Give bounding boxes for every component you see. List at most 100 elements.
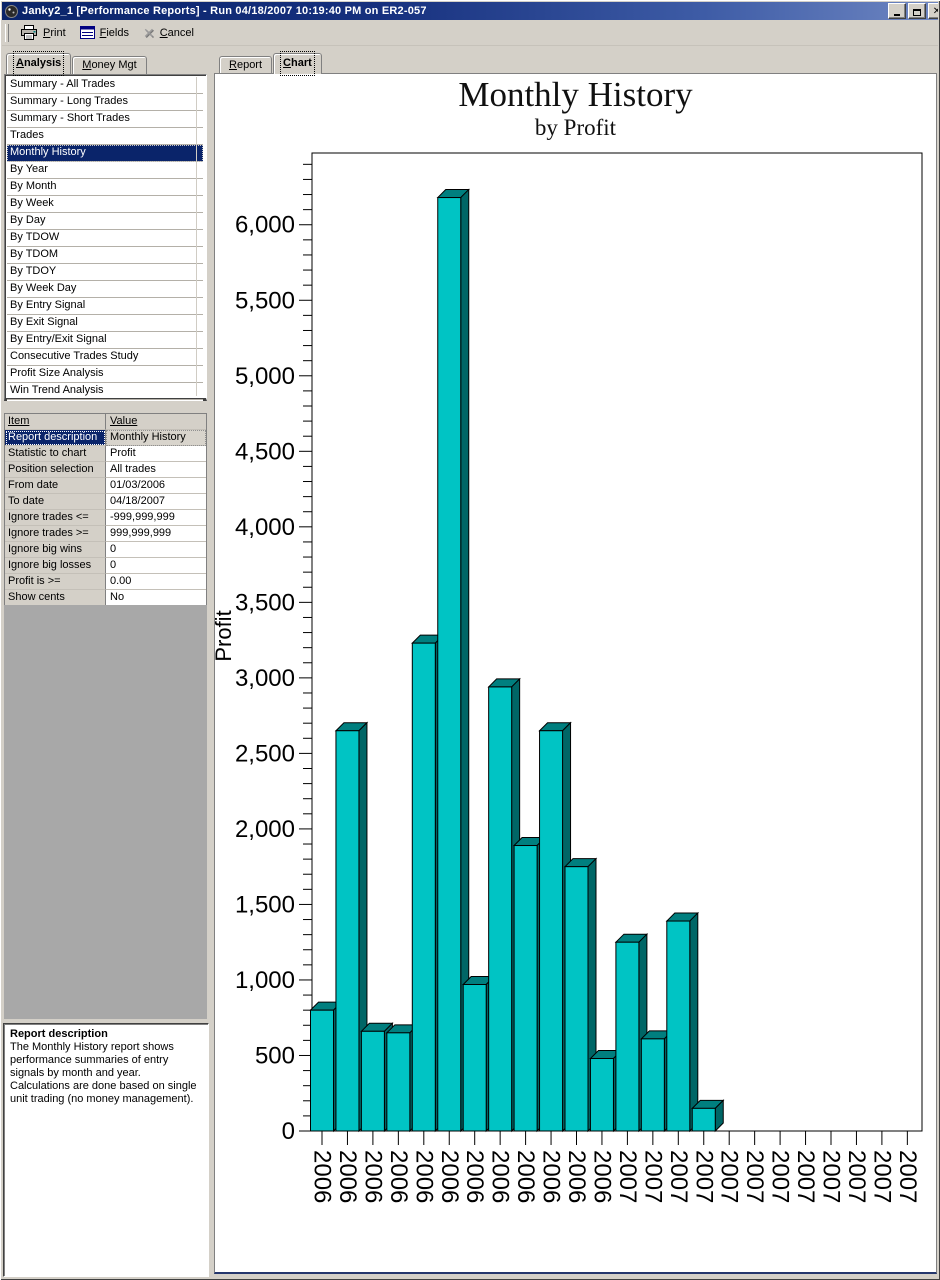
setting-item-label[interactable]: Ignore trades >= xyxy=(5,526,106,542)
svg-text:3,500: 3,500 xyxy=(235,589,295,616)
svg-text:2007: 2007 xyxy=(894,1150,921,1203)
report-list: Summary - All Trades Summary - Long Trade… xyxy=(4,74,207,401)
list-item[interactable]: By Entry/Exit Signal xyxy=(7,332,203,349)
setting-item-value[interactable]: 01/03/2006 xyxy=(106,478,206,494)
svg-text:2006: 2006 xyxy=(563,1150,590,1203)
left-empty-pane xyxy=(4,605,207,1019)
list-item[interactable]: Summary - Long Trades xyxy=(7,94,203,111)
settings-header-row: Item Value xyxy=(5,414,206,430)
setting-item-value[interactable]: 04/18/2007 xyxy=(106,494,206,510)
print-button[interactable]: Print xyxy=(14,23,74,42)
tab-report[interactable]: Report xyxy=(219,56,273,74)
settings-row[interactable]: Ignore trades <= -999,999,999 xyxy=(5,510,206,526)
setting-item-label[interactable]: Ignore big losses xyxy=(5,558,106,574)
maximize-button[interactable] xyxy=(908,3,926,19)
setting-item-label[interactable]: Ignore trades <= xyxy=(5,510,106,526)
setting-item-label[interactable]: From date xyxy=(5,478,106,494)
tab-analysis[interactable]: Analysis xyxy=(6,51,72,76)
settings-header-value[interactable]: Value xyxy=(106,414,206,430)
svg-text:2006: 2006 xyxy=(538,1150,565,1203)
list-item[interactable]: Consecutive Trades Study xyxy=(7,349,203,366)
settings-header-item[interactable]: Item xyxy=(5,414,106,430)
settings-row[interactable]: Ignore trades >= 999,999,999 xyxy=(5,526,206,542)
list-item[interactable]: By TDOY xyxy=(7,264,203,281)
right-tab-strip: Report Chart xyxy=(219,51,323,76)
settings-row[interactable]: Profit is >= 0.00 xyxy=(5,574,206,590)
list-item[interactable]: By TDOW xyxy=(7,230,203,247)
list-item[interactable]: Summary - All Trades xyxy=(7,77,203,94)
maximize-icon xyxy=(913,9,921,16)
svg-text:2006: 2006 xyxy=(436,1150,463,1203)
setting-item-value[interactable]: 0 xyxy=(106,542,206,558)
minimize-icon xyxy=(894,14,900,16)
settings-row[interactable]: To date 04/18/2007 xyxy=(5,494,206,510)
svg-text:2007: 2007 xyxy=(767,1150,794,1203)
svg-text:2007: 2007 xyxy=(818,1150,845,1203)
title-bar: Janky2_1 [Performance Reports] - Run 04/… xyxy=(2,2,938,20)
setting-item-value[interactable]: -999,999,999 xyxy=(106,510,206,526)
chart-title: Monthly History xyxy=(458,75,693,114)
settings-row[interactable]: Statistic to chart Profit xyxy=(5,446,206,462)
setting-item-label[interactable]: Show cents xyxy=(5,590,106,606)
app-icon xyxy=(5,4,18,18)
setting-item-label[interactable]: Report description xyxy=(5,430,106,446)
svg-text:5,000: 5,000 xyxy=(235,363,295,390)
settings-row[interactable]: From date 01/03/2006 xyxy=(5,478,206,494)
setting-item-value[interactable]: No xyxy=(106,590,206,606)
list-item[interactable]: Monthly History xyxy=(7,145,203,162)
cancel-button[interactable]: ✕ Cancel xyxy=(137,25,202,41)
svg-text:2,000: 2,000 xyxy=(235,816,295,843)
list-item[interactable]: By Month xyxy=(7,179,203,196)
setting-item-label[interactable]: Profit is >= xyxy=(5,574,106,590)
setting-item-label[interactable]: Ignore big wins xyxy=(5,542,106,558)
cancel-label: Cancel xyxy=(159,26,194,39)
settings-row[interactable]: Ignore big losses 0 xyxy=(5,558,206,574)
report-description-heading: Report description xyxy=(10,1028,108,1040)
tab-chart[interactable]: Chart xyxy=(273,51,322,76)
svg-text:Profit: Profit xyxy=(215,610,236,661)
fields-button[interactable]: Fields xyxy=(74,24,137,41)
chart-panel: 0 500 1,000 1,500 2,000 2,500 3,000 3,500 4,000 4… xyxy=(214,73,937,1274)
setting-item-label[interactable]: Position selection xyxy=(5,462,106,478)
svg-text:0: 0 xyxy=(282,1118,295,1145)
list-item[interactable]: By Day xyxy=(7,213,203,230)
svg-text:2006: 2006 xyxy=(309,1150,336,1203)
tab-money-mgt[interactable]: Money Mgt xyxy=(72,56,147,74)
list-item[interactable]: By Week Day xyxy=(7,281,203,298)
svg-text:2006: 2006 xyxy=(588,1150,615,1203)
list-item[interactable]: Summary - Short Trades xyxy=(7,111,203,128)
svg-text:2006: 2006 xyxy=(512,1150,539,1203)
minimize-button[interactable] xyxy=(888,3,906,19)
settings-row[interactable]: Report description Monthly History xyxy=(5,430,206,446)
setting-item-value[interactable]: All trades xyxy=(106,462,206,478)
setting-item-value[interactable]: Monthly History xyxy=(106,430,206,446)
svg-text:1,500: 1,500 xyxy=(235,891,295,918)
close-button[interactable]: ✕ xyxy=(928,3,938,19)
settings-row[interactable]: Show cents No xyxy=(5,590,206,606)
setting-item-value[interactable]: 0.00 xyxy=(106,574,206,590)
list-item[interactable]: By Year xyxy=(7,162,203,179)
list-item[interactable]: Trades xyxy=(7,128,203,145)
setting-item-label[interactable]: To date xyxy=(5,494,106,510)
setting-item-value[interactable]: Profit xyxy=(106,446,206,462)
bar-chart: 0 500 1,000 1,500 2,000 2,500 3,000 3,500 4,000 4… xyxy=(215,152,923,1203)
setting-item-value[interactable]: 999,999,999 xyxy=(106,526,206,542)
list-item[interactable]: Win Trend Analysis xyxy=(7,383,203,400)
svg-text:2006: 2006 xyxy=(334,1150,361,1203)
printer-icon xyxy=(21,25,37,40)
list-item[interactable]: Profit Size Analysis xyxy=(7,366,203,383)
setting-item-label[interactable]: Statistic to chart xyxy=(5,446,106,462)
svg-text:2006: 2006 xyxy=(487,1150,514,1203)
svg-text:2006: 2006 xyxy=(410,1150,437,1203)
list-item[interactable]: By Week xyxy=(7,196,203,213)
toolbar-grip[interactable] xyxy=(5,23,9,42)
settings-row[interactable]: Position selection All trades xyxy=(5,462,206,478)
setting-item-value[interactable]: 0 xyxy=(106,558,206,574)
window-title: Janky2_1 [Performance Reports] - Run 04/… xyxy=(22,5,427,17)
list-item[interactable]: By Entry Signal xyxy=(7,298,203,315)
list-item[interactable]: By Exit Signal xyxy=(7,315,203,332)
svg-text:2007: 2007 xyxy=(690,1150,717,1203)
list-item[interactable]: By TDOM xyxy=(7,247,203,264)
settings-row[interactable]: Ignore big wins 0 xyxy=(5,542,206,558)
svg-text:3,000: 3,000 xyxy=(235,665,295,692)
